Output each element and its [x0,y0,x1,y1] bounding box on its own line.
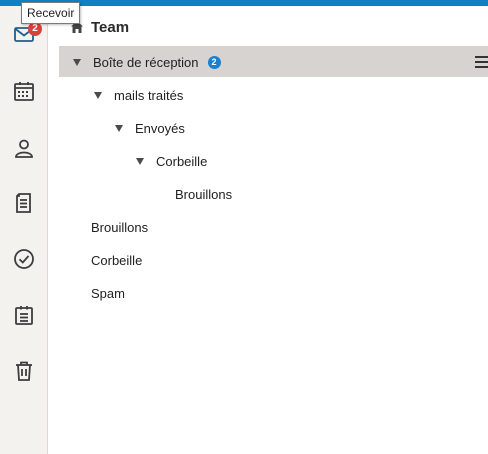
collapse-arrow-icon[interactable] [115,124,123,132]
collapse-arrow-icon[interactable] [94,91,102,99]
folder-label: Envoyés [135,120,185,136]
tasks-icon [14,249,34,269]
folder-brouillons-nested[interactable]: Brouillons [175,184,232,204]
folder-mails-traites[interactable]: mails traités [94,85,183,105]
trash-app-button[interactable] [4,351,44,391]
folder-inbox[interactable]: Boîte de réception 2 [73,52,221,72]
folder-menu-icon[interactable] [475,56,488,71]
folder-label: Corbeille [156,153,208,169]
tasks-app-button[interactable] [4,239,44,279]
calendar-app-button[interactable] [4,71,44,111]
clipboard-icon [15,306,33,325]
notes-icon [16,193,31,213]
folder-label: Corbeille [91,252,143,268]
receive-tooltip: Recevoir [21,2,81,24]
collapse-arrow-icon[interactable] [136,157,144,165]
contacts-app-button[interactable] [4,128,44,168]
folder-label: mails traités [114,87,184,103]
notes-app-button[interactable] [4,183,44,223]
clipboard-app-button[interactable] [4,295,44,335]
folder-spam[interactable]: Spam [91,283,125,303]
folder-label: Spam [91,285,125,301]
account-title: Team [91,18,130,36]
inbox-count-badge: 2 [28,22,42,36]
folder-envoyes[interactable]: Envoyés [115,118,185,138]
folder-corbeille-nested[interactable]: Corbeille [136,151,207,171]
contacts-icon [15,139,33,158]
calendar-icon [14,82,34,101]
folder-label: Brouillons [175,186,233,202]
folder-label: Brouillons [91,219,149,235]
collapse-arrow-icon[interactable] [73,58,81,66]
folder-label: Boîte de réception [93,54,199,70]
folder-corbeille[interactable]: Corbeille [91,250,142,270]
trash-icon [16,361,32,381]
app-sidebar: 2 [0,6,48,454]
unread-count-badge: 2 [207,55,221,69]
folder-brouillons[interactable]: Brouillons [91,217,148,237]
